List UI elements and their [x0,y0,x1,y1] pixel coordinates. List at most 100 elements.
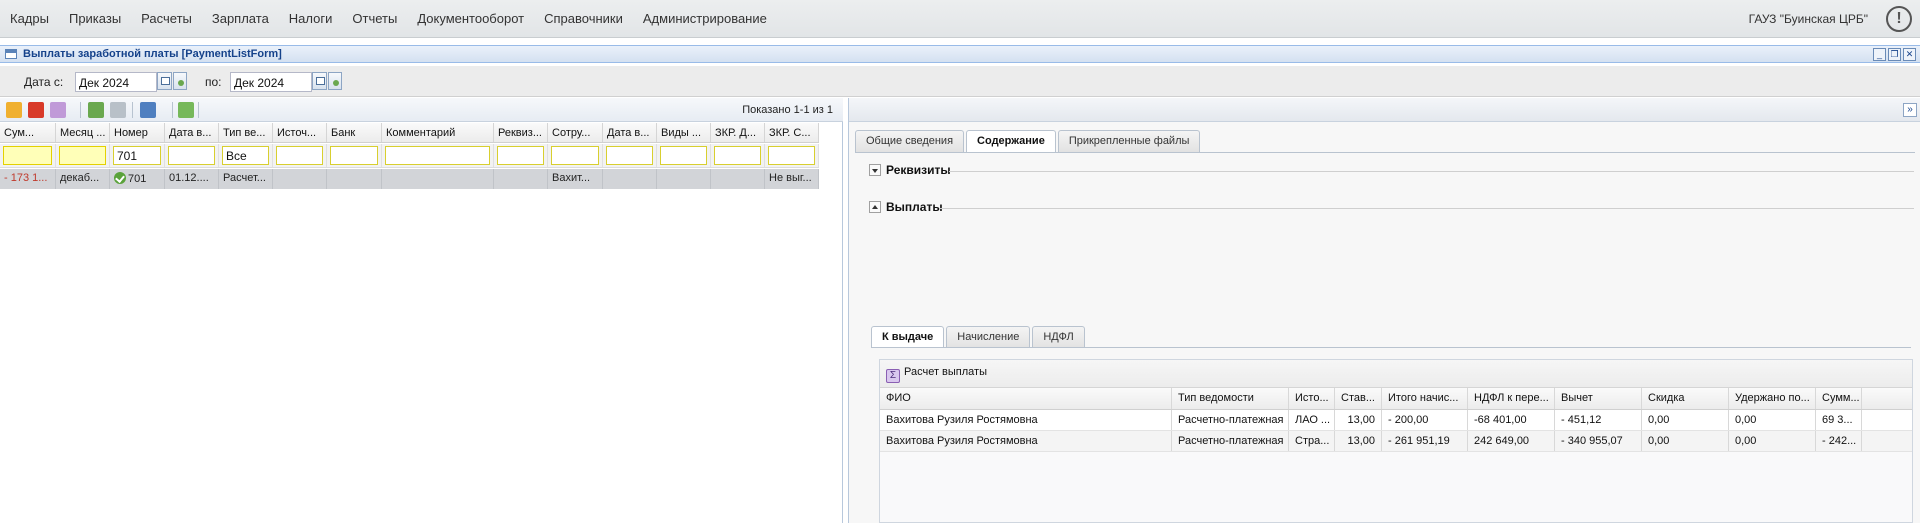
filter-cell [603,144,657,167]
filter-source-input[interactable] [276,146,323,165]
approve-icon[interactable] [88,102,104,118]
calc-payment-button[interactable]: Σ Расчет выплаты [886,366,987,383]
column-header[interactable]: ЗКР. Д... [711,123,765,142]
table-row[interactable]: Вахитова Рузиля Ростямовна Расчетно-плат… [880,410,1912,431]
menu-item-raschety[interactable]: Расчеты [141,11,192,26]
cell-comment [382,169,494,189]
cell-total-accrued: - 261 951,19 [1382,431,1468,451]
column-header[interactable]: Тип ведомости [1172,388,1289,409]
column-header[interactable]: Виды ... [657,123,711,142]
filter-date2-input[interactable] [606,146,653,165]
minimize-icon[interactable]: _ [1873,48,1886,61]
cell-date2 [603,169,657,189]
column-header[interactable]: Реквиз... [494,123,548,142]
filter-zkr-status-select[interactable] [768,146,815,165]
calendar-icon[interactable] [312,72,327,90]
menu-item-otchety[interactable]: Отчеты [352,11,397,26]
grid-toolbar: Показано 1-1 из 1 [0,98,843,122]
collapse-section-icon[interactable] [869,201,881,213]
filter-number-input[interactable]: 701 [113,146,161,165]
column-header[interactable]: ЗКР. С... [765,123,819,142]
column-header[interactable]: Став... [1335,388,1382,409]
column-header[interactable]: Сумм... [1816,388,1862,409]
column-header[interactable]: НДФЛ к пере... [1468,388,1555,409]
column-header[interactable]: Номер [110,123,165,142]
date-to-triggers [312,72,342,92]
column-header[interactable]: Итого начис... [1382,388,1468,409]
column-header[interactable]: Месяц ... [56,123,110,142]
tab-divider [855,152,1915,153]
filter-cell [165,144,219,167]
filter-type-select[interactable]: Все [222,146,269,165]
column-header[interactable]: Дата в... [603,123,657,142]
column-header[interactable]: Исто... [1289,388,1335,409]
tab-to-issue[interactable]: К выдаче [871,326,945,348]
tab-content[interactable]: Содержание [966,130,1056,152]
refresh-icon[interactable] [178,102,194,118]
table-row[interactable]: - 173 1... декаб... 701 01.12.... Расчет… [0,169,819,189]
column-header[interactable]: Тип ве... [219,123,273,142]
payment-calc-grid: Σ Расчет выплаты ФИО Тип ведомости Исто..… [879,359,1913,523]
tab-accrual[interactable]: Начисление [946,326,1031,348]
section-payments[interactable]: Выплаты [869,200,943,214]
column-header[interactable]: Дата в... [165,123,219,142]
tab-general[interactable]: Общие сведения [855,130,965,152]
close-icon[interactable]: ✕ [1903,48,1916,61]
column-header[interactable]: Вычет [1555,388,1642,409]
restore-icon[interactable]: ❐ [1888,48,1901,61]
menu-item-kadry[interactable]: Кадры [10,11,49,26]
calc-toolbar: Σ Расчет выплаты [880,360,1912,388]
section-requisites[interactable]: Реквизиты [869,163,951,177]
date-to-field[interactable]: Дек 2024 [230,72,312,92]
menu-item-nalogi[interactable]: Налоги [289,11,333,26]
filter-requisites-input[interactable] [497,146,544,165]
column-header[interactable]: Сум... [0,123,56,142]
calendar-icon[interactable] [157,72,172,90]
cell-date: 01.12.... [165,169,219,189]
column-header[interactable]: Банк [327,123,382,142]
column-header[interactable]: Комментарий [382,123,494,142]
column-header[interactable]: Скидка [1642,388,1729,409]
toolbar-separator [198,102,199,118]
cell-source [273,169,327,189]
tab-attachments[interactable]: Прикрепленные файлы [1057,130,1201,152]
column-header[interactable]: Удержано по... [1729,388,1816,409]
payments-list-panel: Показано 1-1 из 1 Сум... Месяц ... Номер… [0,98,843,523]
filter-sum-input[interactable] [3,146,52,165]
menu-item-dokumentooborot[interactable]: Документооборот [417,11,524,26]
menu-item-administrirovanie[interactable]: Администрирование [643,11,767,26]
print-icon[interactable] [140,102,156,118]
unapprove-icon[interactable] [110,102,126,118]
date-pick-icon[interactable] [172,72,187,90]
table-row[interactable]: Вахитова Рузиля Ростямовна Расчетно-плат… [880,431,1912,452]
filter-zkr-date-input[interactable] [714,146,761,165]
approved-check-icon [114,172,126,184]
menu-item-spravochniki[interactable]: Справочники [544,11,623,26]
date-pick-icon[interactable] [327,72,342,90]
date-filter-bar: Дата с: Дек 2024 по: Дек 2024 [0,66,1920,97]
menu-item-zarplata[interactable]: Зарплата [212,11,269,26]
filter-cell [327,144,382,167]
delete-icon[interactable] [28,102,44,118]
filter-bank-input[interactable] [330,146,378,165]
date-from-field[interactable]: Дек 2024 [75,72,157,92]
filter-cell [711,144,765,167]
tab-ndfl[interactable]: НДФЛ [1032,326,1085,348]
actions-menu-icon[interactable] [50,102,66,118]
payment-subtabs: К выдаче Начисление НДФЛ [871,326,1085,348]
filter-date-input[interactable] [168,146,215,165]
menu-item-prikazy[interactable]: Приказы [69,11,121,26]
expand-section-icon[interactable] [869,164,881,176]
filter-month-input[interactable] [59,146,106,165]
notification-alert-icon[interactable]: ! [1886,6,1912,32]
column-header[interactable]: Сотру... [548,123,603,142]
cell-ndfl-transfer: 242 649,00 [1468,431,1555,451]
expand-panel-icon[interactable]: » [1903,103,1917,117]
filter-comment-input[interactable] [385,146,490,165]
column-header[interactable]: Источ... [273,123,327,142]
filter-kinds-input[interactable] [660,146,707,165]
filter-employee-input[interactable] [551,146,599,165]
column-header[interactable]: ФИО [880,388,1172,409]
edit-icon[interactable] [6,102,22,118]
date-to-label: по: [205,75,222,89]
